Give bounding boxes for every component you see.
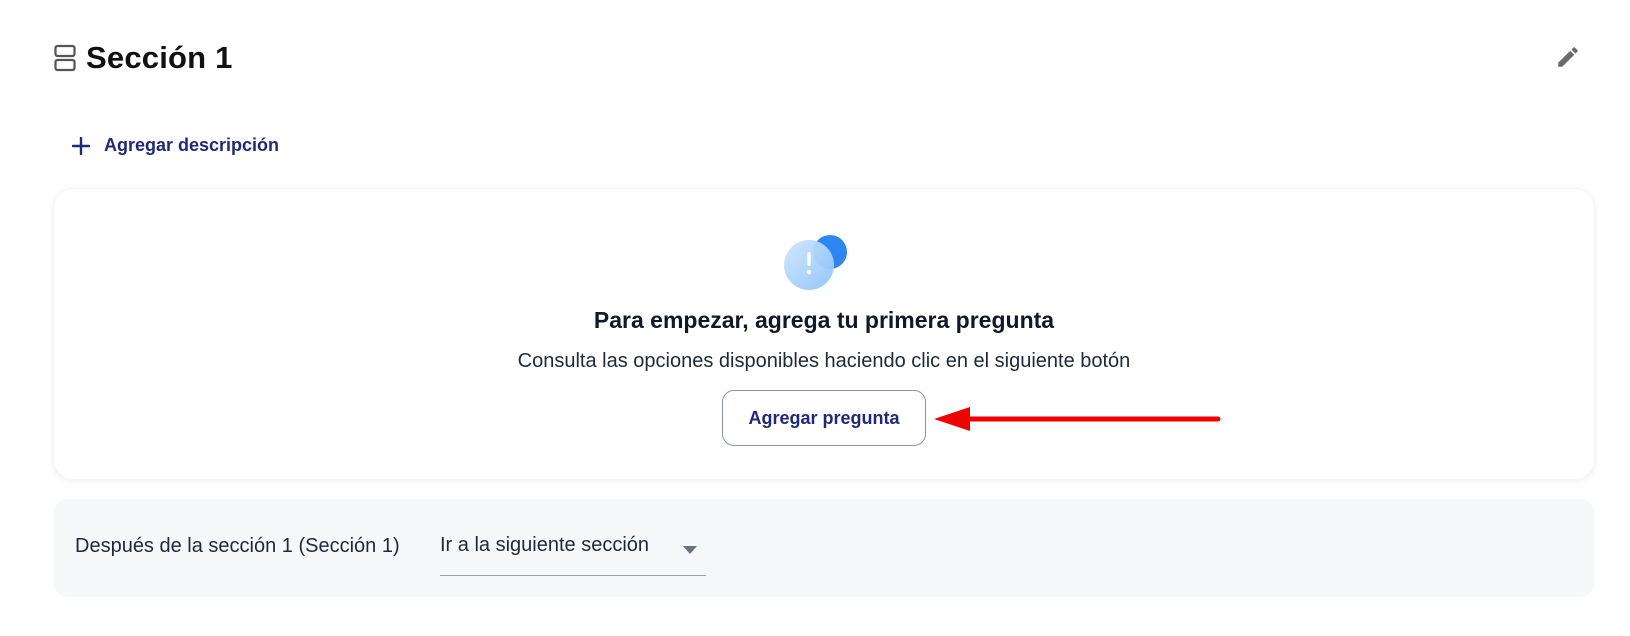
section-icon xyxy=(54,44,76,72)
section-title: Sección 1 xyxy=(86,40,233,75)
edit-section-button[interactable] xyxy=(1553,44,1583,74)
alert-circle-icon xyxy=(780,232,852,292)
section-header: Sección 1 xyxy=(54,40,233,76)
add-description-label: Agregar descripción xyxy=(104,135,280,155)
empty-state-subtitle: Consulta las opciones disponibles hacien… xyxy=(517,350,1131,372)
caret-down-icon xyxy=(682,542,698,554)
red-arrow-annotation xyxy=(934,407,1221,431)
next-section-select[interactable]: Ir a la siguiente sección xyxy=(440,530,706,576)
empty-state-title: Para empezar, agrega tu primera pregunta xyxy=(593,307,1055,333)
pencil-icon xyxy=(1555,44,1581,75)
after-section-label: Después de la sección 1 (Sección 1) xyxy=(75,535,400,557)
form-section-page: Sección 1 Agregar descripción Para empez… xyxy=(0,0,1630,636)
add-description-button[interactable]: Agregar descripción xyxy=(71,135,280,156)
add-question-button[interactable]: Agregar pregunta xyxy=(722,390,926,446)
next-section-value: Ir a la siguiente sección xyxy=(440,534,650,556)
plus-icon xyxy=(71,136,91,155)
